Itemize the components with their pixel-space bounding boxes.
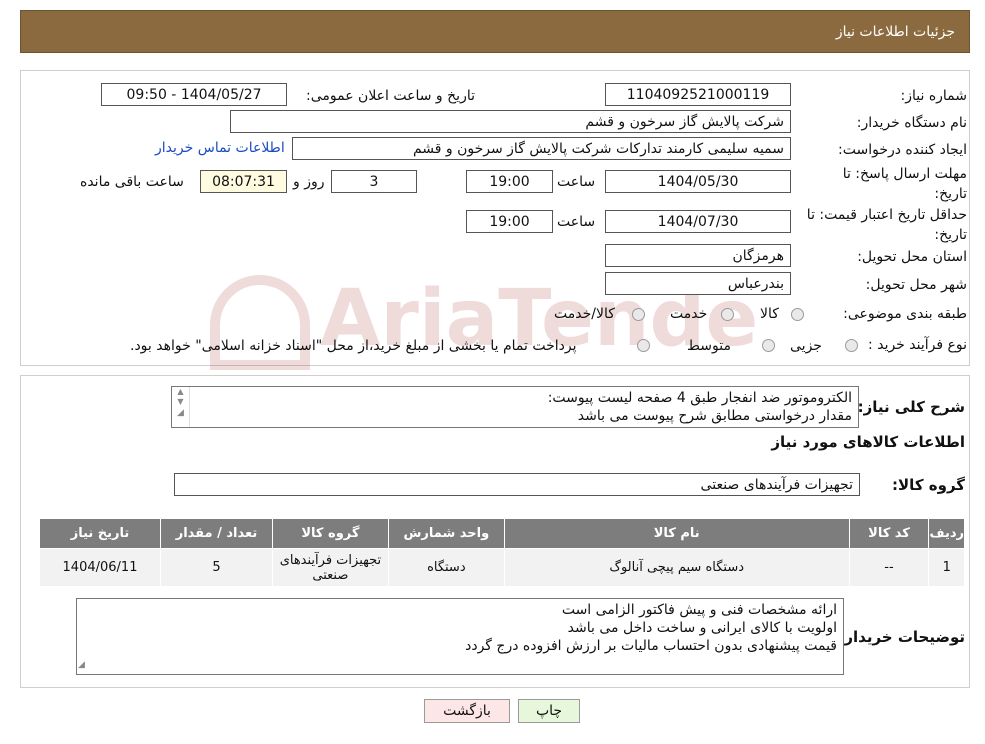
purchase-radio-minor[interactable] (845, 339, 858, 352)
category-option-service: خدمت (670, 306, 708, 322)
description-label: شرح کلی نیاز: (857, 398, 965, 416)
reply-time-field: 19:00 (466, 170, 553, 193)
need-number-field: 1104092521000119 (605, 83, 791, 106)
purchase-option-medium: متوسط (687, 338, 731, 354)
col-unit: واحد شمارش (387, 518, 505, 549)
cell-unit: دستگاه (387, 548, 505, 587)
price-validity-label: حداقل تاریخ اعتبار قیمت: تا تاریخ: (806, 207, 967, 243)
category-radio-service[interactable] (721, 308, 734, 321)
province-label: استان محل تحویل: (857, 249, 967, 265)
page-title: جزئیات اطلاعات نیاز (835, 23, 955, 40)
back-button[interactable]: بازگشت (424, 699, 510, 723)
days-label: روز و (293, 174, 325, 190)
buyer-note-line-3: قیمت پیشنهادی بدون احتساب مالیات بر ارزش… (465, 638, 837, 654)
description-line-2: مقدار درخواستی مطابق شرح پیوست می باشد (577, 408, 852, 424)
creator-field: سمیه سلیمی کارمند تدارکات شرکت پالایش گا… (292, 137, 791, 160)
remaining-label: ساعت باقی مانده (80, 174, 184, 190)
buyer-notes-textarea[interactable]: ارائه مشخصات فنی و پیش فاکتور الزامی است… (76, 598, 844, 675)
cell-date: 1404/06/11 (38, 548, 162, 587)
col-group: گروه کالا (271, 518, 389, 549)
col-qty: تعداد / مقدار (160, 518, 273, 549)
col-code: کد کالا (848, 518, 930, 549)
print-button[interactable]: چاپ (518, 699, 580, 723)
buyer-org-field: شرکت پالایش گاز سرخون و قشم (230, 110, 791, 133)
category-label: طبقه بندی موضوعی: (843, 306, 967, 322)
table-row: 1 -- دستگاه سیم پیچی آنالوگ دستگاه تجهیز… (38, 548, 965, 587)
contact-buyer-link[interactable]: اطلاعات تماس خریدار (155, 140, 285, 156)
col-date: تاریخ نیاز (38, 518, 162, 549)
goods-section-title: اطلاعات کالاهای مورد نیاز (771, 433, 965, 451)
description-textarea[interactable]: الکتروموتور ضد انفجار طبق 4 صفحه لیست پی… (171, 386, 859, 428)
province-field: هرمزگان (605, 244, 791, 267)
resize-grip-icon[interactable]: ◢ (172, 407, 189, 419)
col-name: نام کالا (503, 518, 850, 549)
buyer-notes-label: توضیحات خریدار: (838, 628, 965, 646)
reply-time-label: ساعت (557, 174, 596, 190)
need-number-label: شماره نیاز: (900, 88, 968, 104)
scroll-up-icon[interactable]: ▲ (172, 387, 189, 397)
city-label: شهر محل تحویل: (865, 277, 967, 293)
goods-table-header: ردیف کد کالا نام کالا واحد شمارش گروه کا… (38, 518, 965, 549)
purchase-note: پرداخت تمام یا بخشی از مبلغ خرید،از محل … (130, 338, 577, 354)
reply-deadline-label: مهلت ارسال پاسخ: تا تاریخ: (842, 166, 967, 202)
resize-grip-icon[interactable]: ◢ (78, 660, 85, 670)
category-radio-goods[interactable] (791, 308, 804, 321)
announce-field: 1404/05/27 - 09:50 (101, 83, 287, 106)
goods-table: ردیف کد کالا نام کالا واحد شمارش گروه کا… (38, 518, 965, 587)
price-date-field: 1404/07/30 (605, 210, 791, 233)
purchase-radio-treasury[interactable] (637, 339, 650, 352)
remaining-time-field: 08:07:31 (200, 170, 287, 193)
reply-date-field: 1404/05/30 (605, 170, 791, 193)
category-option-goods-service: کالا/خدمت (554, 306, 615, 322)
price-time-label: ساعت (557, 214, 596, 230)
cell-qty: 5 (160, 548, 273, 587)
col-row: ردیف (928, 518, 965, 549)
scroll-down-icon[interactable]: ▼ (172, 397, 189, 407)
city-field: بندرعباس (605, 272, 791, 295)
category-option-goods: کالا (760, 306, 779, 322)
cell-group: تجهیزات فرآیندهای صنعتی (271, 548, 389, 587)
creator-label: ایجاد کننده درخواست: (838, 142, 967, 158)
purchase-radio-medium[interactable] (762, 339, 775, 352)
days-field: 3 (331, 170, 417, 193)
purchase-type-label: نوع فرآیند خرید : (868, 337, 967, 353)
goods-group-label: گروه کالا: (892, 476, 965, 494)
description-line-1: الکتروموتور ضد انفجار طبق 4 صفحه لیست پی… (547, 390, 852, 406)
goods-group-field: تجهیزات فرآیندهای صنعتی (174, 473, 860, 496)
price-time-field: 19:00 (466, 210, 553, 233)
purchase-option-minor: جزیی (790, 338, 822, 354)
cell-code: -- (848, 548, 930, 587)
cell-name: دستگاه سیم پیچی آنالوگ (503, 548, 850, 587)
description-scrollbar[interactable]: ▲ ▼ ◢ (172, 387, 190, 427)
buyer-org-label: نام دستگاه خریدار: (856, 115, 967, 131)
page-header: جزئیات اطلاعات نیاز (20, 10, 970, 53)
buyer-note-line-1: ارائه مشخصات فنی و پیش فاکتور الزامی است (561, 602, 837, 618)
cell-row: 1 (928, 548, 965, 587)
category-radio-goods-service[interactable] (632, 308, 645, 321)
buyer-note-line-2: اولویت با کالای ایرانی و ساخت داخل می با… (567, 620, 837, 636)
announce-label: تاریخ و ساعت اعلان عمومی: (306, 88, 475, 104)
